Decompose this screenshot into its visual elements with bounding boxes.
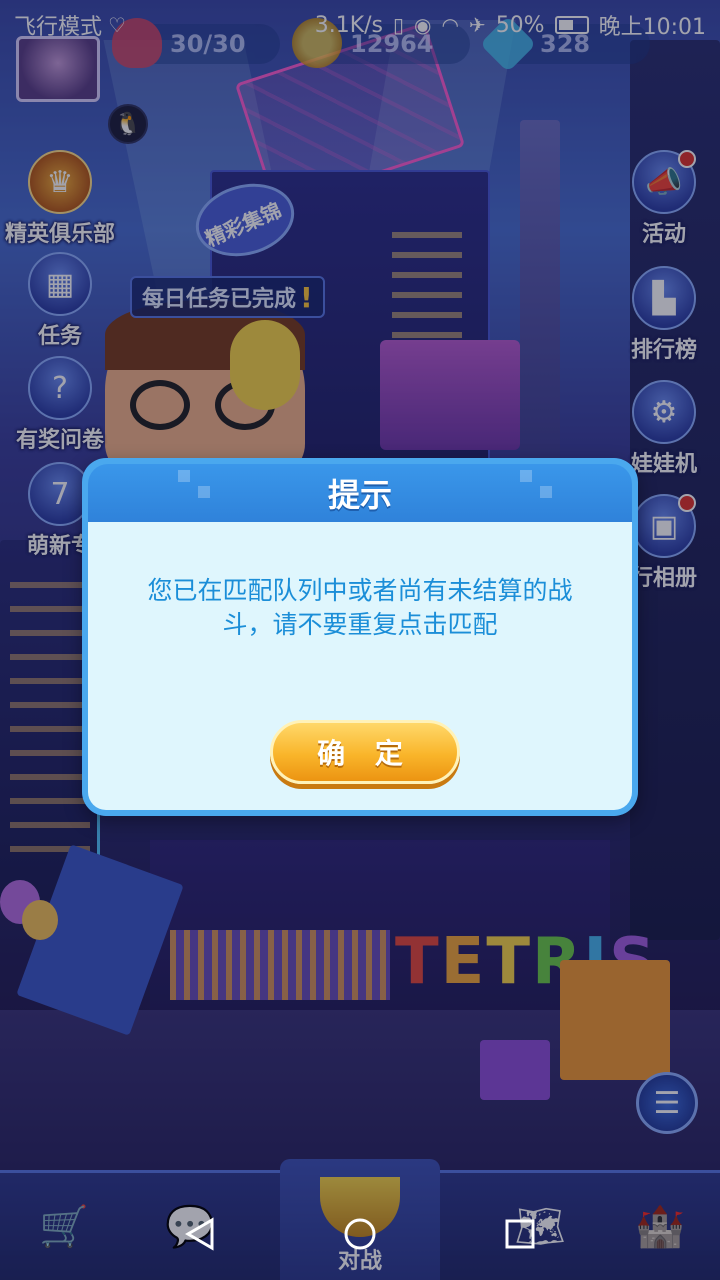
pixel-decoration bbox=[198, 486, 210, 498]
dialog-title: 提示 bbox=[327, 476, 392, 514]
back-icon[interactable] bbox=[182, 1216, 218, 1252]
recent-apps-icon[interactable] bbox=[502, 1216, 538, 1252]
tip-dialog: 提示 您已在匹配队列中或者尚有未结算的战斗，请不要重复点击匹配 确 定 bbox=[82, 458, 638, 816]
pixel-decoration bbox=[520, 470, 532, 482]
dialog-body: 您已在匹配队列中或者尚有未结算的战斗，请不要重复点击匹配 确 定 bbox=[88, 522, 632, 810]
dialog-message: 您已在匹配队列中或者尚有未结算的战斗，请不要重复点击匹配 bbox=[147, 576, 573, 639]
pixel-decoration bbox=[178, 470, 190, 482]
home-icon[interactable] bbox=[342, 1216, 378, 1252]
confirm-button[interactable]: 确 定 bbox=[270, 720, 460, 784]
dialog-header: 提示 bbox=[88, 464, 632, 522]
pixel-decoration bbox=[540, 486, 552, 498]
